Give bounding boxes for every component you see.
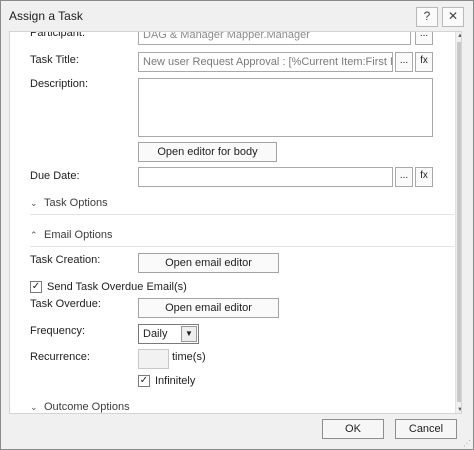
email-options-label: Email Options — [44, 229, 113, 241]
task-options-label: Task Options — [44, 197, 108, 209]
due-date-fx-button[interactable]: fx — [415, 167, 433, 187]
dialog-title: Assign a Task — [9, 9, 83, 23]
section-divider — [30, 214, 454, 215]
task-title-label: Task Title: — [30, 54, 79, 66]
email-options-section-header[interactable]: ⌃ Email Options — [30, 229, 112, 241]
due-date-browse-button[interactable]: ... — [395, 167, 413, 187]
title-bar: Assign a Task ? ✕ — [1, 1, 473, 31]
section-divider — [30, 246, 454, 247]
task-overdue-open-email-editor-button[interactable]: Open email editor — [138, 298, 279, 318]
frequency-select[interactable]: Daily ▼ — [138, 324, 199, 344]
resize-grip-icon[interactable]: ⋰ — [463, 439, 471, 448]
scroll-down-icon[interactable]: ▼ — [456, 406, 461, 413]
cancel-button[interactable]: Cancel — [395, 419, 457, 439]
recurrence-unit-label: time(s) — [172, 351, 206, 363]
send-overdue-checkbox[interactable]: ✓ — [30, 281, 42, 293]
task-title-field[interactable]: New user Request Approval : [%Current It… — [138, 52, 393, 72]
check-icon: ✓ — [139, 375, 149, 386]
task-creation-open-email-editor-button[interactable]: Open email editor — [138, 253, 279, 273]
infinitely-checkbox[interactable]: ✓ — [138, 375, 150, 387]
due-date-field[interactable] — [138, 167, 393, 187]
help-button[interactable]: ? — [416, 7, 438, 27]
frequency-label: Frequency: — [30, 325, 86, 337]
send-overdue-label: Send Task Overdue Email(s) — [47, 281, 187, 293]
outcome-options-section-header[interactable]: ⌄ Outcome Options — [30, 401, 130, 413]
scrollbar-thumb[interactable] — [457, 42, 461, 402]
infinitely-label: Infinitely — [155, 375, 196, 387]
task-title-fx-button[interactable]: fx — [415, 52, 433, 72]
task-overdue-label: Task Overdue: — [30, 298, 101, 310]
participant-browse-button[interactable]: ... — [415, 32, 433, 45]
dropdown-arrow-icon[interactable]: ▼ — [181, 326, 197, 342]
check-icon: ✓ — [31, 281, 41, 292]
description-label: Description: — [30, 78, 89, 90]
recurrence-input[interactable] — [138, 349, 169, 369]
scroll-up-icon[interactable]: ▲ — [456, 32, 461, 40]
chevron-up-icon: ⌃ — [30, 230, 38, 240]
chevron-down-icon: ⌄ — [30, 402, 38, 412]
participant-field[interactable]: DAG & Manager Mapper.Manager — [138, 32, 411, 45]
frequency-value: Daily — [143, 328, 168, 340]
task-creation-label: Task Creation: — [30, 254, 101, 266]
chevron-down-icon: ⌄ — [30, 198, 38, 208]
form-panel: Participant: DAG & Manager Mapper.Manage… — [9, 31, 462, 414]
task-options-section-header[interactable]: ⌄ Task Options — [30, 197, 108, 209]
close-button[interactable]: ✕ — [442, 7, 464, 27]
open-editor-for-body-button[interactable]: Open editor for body — [138, 142, 277, 162]
description-textarea[interactable] — [138, 78, 433, 137]
assign-task-dialog: Assign a Task ? ✕ Participant: DAG & Man… — [0, 0, 474, 450]
due-date-label: Due Date: — [30, 170, 80, 182]
recurrence-label: Recurrence: — [30, 351, 90, 363]
participant-label: Participant: — [30, 31, 86, 39]
ok-button[interactable]: OK — [322, 419, 384, 439]
task-title-browse-button[interactable]: ... — [395, 52, 413, 72]
outcome-options-label: Outcome Options — [44, 401, 130, 413]
vertical-scrollbar[interactable]: ▲ ▼ — [455, 32, 461, 413]
